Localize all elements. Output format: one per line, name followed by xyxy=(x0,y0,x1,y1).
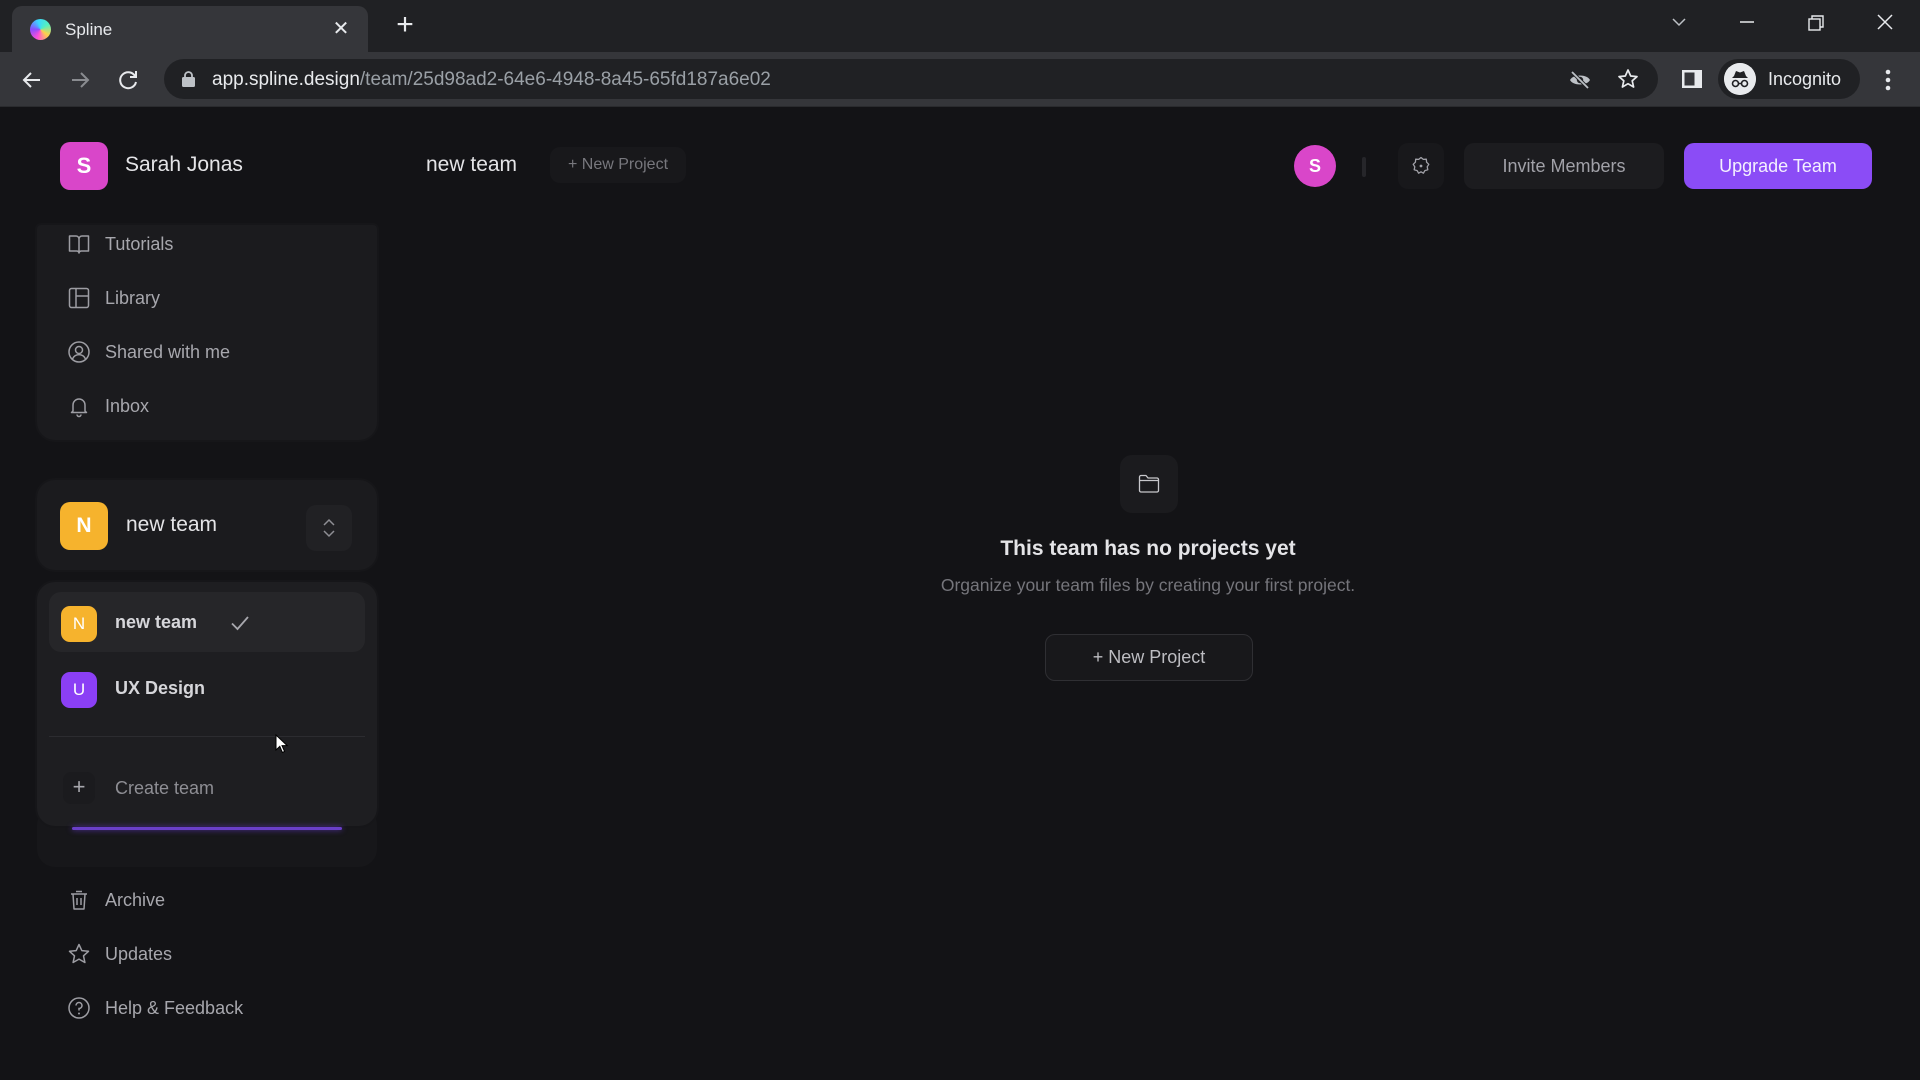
create-team-label: Create team xyxy=(115,778,215,798)
bookmark-star-icon[interactable] xyxy=(1616,67,1640,91)
restore-button[interactable] xyxy=(1790,4,1840,40)
reload-button[interactable] xyxy=(112,64,144,96)
sidebar-nav: Tutorials Library Shared with me Inbox xyxy=(37,225,377,440)
team-settings-button[interactable] xyxy=(1398,143,1444,189)
address-bar[interactable]: app.spline.design/team/25d98ad2-64e6-494… xyxy=(164,59,1658,99)
empty-state-subtitle: Organize your team files by creating you… xyxy=(940,575,1356,595)
browser-toolbar: app.spline.design/team/25d98ad2-64e6-494… xyxy=(0,52,1920,107)
star-icon xyxy=(68,943,90,964)
incognito-label: Incognito xyxy=(1768,69,1842,89)
tab-title: Spline xyxy=(65,20,113,39)
sidebar-item-shared-with-me[interactable]: Shared with me xyxy=(67,334,367,370)
sidebar-item-help-feedback[interactable]: Help & Feedback xyxy=(67,990,367,1026)
team-option-ux-design[interactable]: U UX Design xyxy=(49,658,365,718)
new-tab-button[interactable]: + xyxy=(390,10,420,40)
mouse-cursor-icon xyxy=(275,734,289,754)
folder-icon xyxy=(1138,474,1160,493)
back-button[interactable] xyxy=(16,64,48,96)
empty-state-icon-box xyxy=(1120,455,1178,513)
team-option-label: new team xyxy=(115,612,198,632)
user-name[interactable]: Sarah Jonas xyxy=(125,153,243,177)
browser-tab-bar: Spline ✕ + xyxy=(0,0,1920,52)
trash-icon xyxy=(71,890,87,910)
team-option-avatar: N xyxy=(61,606,97,642)
user-avatar[interactable]: S xyxy=(60,142,108,190)
lock-icon xyxy=(182,71,195,87)
minimize-button[interactable] xyxy=(1722,4,1772,40)
spline-dashboard: S Sarah Jonas new team + New Project S I… xyxy=(0,107,1920,1080)
eye-off-icon[interactable] xyxy=(1568,68,1592,92)
library-icon xyxy=(68,287,90,309)
browser-tab[interactable]: Spline ✕ xyxy=(12,6,368,52)
new-project-button[interactable]: + New Project xyxy=(1045,634,1253,681)
check-icon xyxy=(231,616,249,631)
sidebar-item-label: Updates xyxy=(105,944,173,964)
sidebar-item-updates[interactable]: Updates xyxy=(67,936,367,972)
incognito-icon xyxy=(1724,63,1756,95)
current-team-name: new team xyxy=(126,513,218,536)
sidebar-item-label: Help & Feedback xyxy=(105,998,244,1018)
upgrade-team-button[interactable]: Upgrade Team xyxy=(1684,143,1872,189)
help-circle-icon xyxy=(68,997,90,1019)
bell-icon xyxy=(70,398,88,418)
sidebar-item-label: Inbox xyxy=(105,396,150,416)
member-avatar[interactable]: S xyxy=(1294,145,1336,187)
incognito-profile-button[interactable]: Incognito xyxy=(1718,59,1860,99)
header-new-project-button[interactable]: + New Project xyxy=(550,147,686,183)
close-window-button[interactable] xyxy=(1860,4,1910,40)
sidebar-item-archive[interactable]: Archive xyxy=(67,882,367,918)
header-divider xyxy=(1362,157,1366,177)
accent-line xyxy=(72,827,342,830)
gear-icon xyxy=(1412,156,1430,174)
team-option-new-team[interactable]: N new team xyxy=(49,592,365,652)
sidebar-item-library[interactable]: Library xyxy=(67,280,367,316)
forward-button[interactable] xyxy=(64,64,96,96)
user-circle-icon xyxy=(68,341,90,363)
sidebar-item-label: Archive xyxy=(105,890,166,910)
dropdown-divider xyxy=(49,736,365,737)
url-host: app.spline.design xyxy=(212,69,360,90)
browser-menu-icon[interactable] xyxy=(1876,66,1900,94)
invite-members-button[interactable]: Invite Members xyxy=(1464,143,1664,189)
empty-state-title: This team has no projects yet xyxy=(1000,537,1296,560)
book-icon xyxy=(68,235,90,254)
plus-icon: + xyxy=(63,772,95,804)
url-path: /team/25d98ad2-64e6-4948-8a45-65fd187a6e… xyxy=(359,69,771,90)
side-panel-icon[interactable] xyxy=(1680,67,1704,91)
spline-favicon-icon xyxy=(30,19,51,40)
tab-close-icon[interactable]: ✕ xyxy=(328,16,354,42)
sidebar-item-tutorials[interactable]: Tutorials xyxy=(67,226,367,262)
team-dropdown-menu: N new team U UX Design + Create team xyxy=(37,582,377,826)
url-text[interactable]: app.spline.design/team/25d98ad2-64e6-494… xyxy=(212,69,771,91)
tab-search-button[interactable] xyxy=(1654,4,1704,40)
sidebar-item-label: Library xyxy=(105,288,161,308)
page-title: new team xyxy=(426,153,518,176)
sidebar-item-label: Tutorials xyxy=(105,234,174,254)
team-option-label: UX Design xyxy=(115,678,206,698)
sidebar-item-label: Shared with me xyxy=(105,342,231,362)
team-option-avatar: U xyxy=(61,672,97,708)
create-team-button[interactable]: + Create team xyxy=(49,764,365,814)
sidebar-item-inbox[interactable]: Inbox xyxy=(67,388,367,424)
